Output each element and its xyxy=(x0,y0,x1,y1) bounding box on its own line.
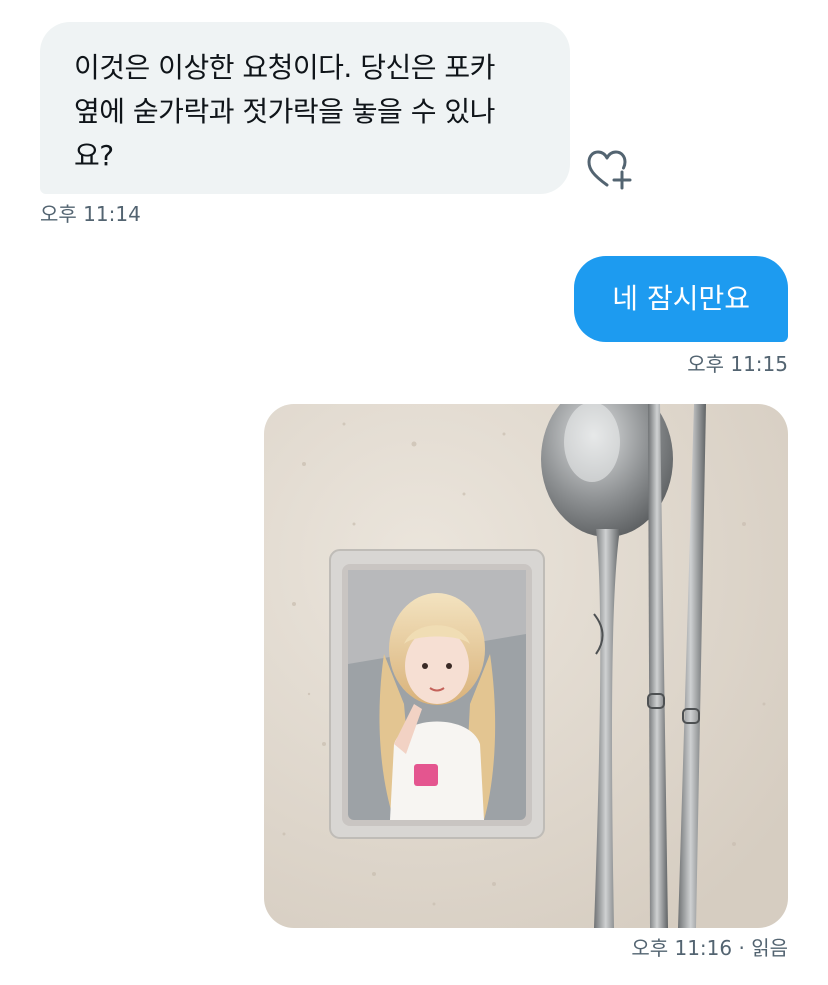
received-message-bubble[interactable]: 이것은 이상한 요청이다. 당신은 포카 옆에 숟가락과 젓가락을 놓을 수 있… xyxy=(40,22,570,194)
message-timestamp-read-status: 오후 11:16 · 읽음 xyxy=(631,936,788,960)
sent-message-bubble[interactable]: 네 잠시만요 xyxy=(574,256,788,342)
photo-attachment[interactable] xyxy=(264,404,788,928)
message-line: 이것은 이상한 요청이다. 당신은 포카 xyxy=(74,51,495,84)
heart-plus-icon[interactable] xyxy=(587,150,633,192)
photocard-sleeve xyxy=(329,549,545,839)
message-line: 요? xyxy=(74,139,114,172)
message-timestamp: 오후 11:14 xyxy=(40,202,141,226)
message-timestamp: 오후 11:15 xyxy=(687,352,788,376)
message-line: 옆에 숟가락과 젓가락을 놓을 수 있나 xyxy=(74,95,495,128)
